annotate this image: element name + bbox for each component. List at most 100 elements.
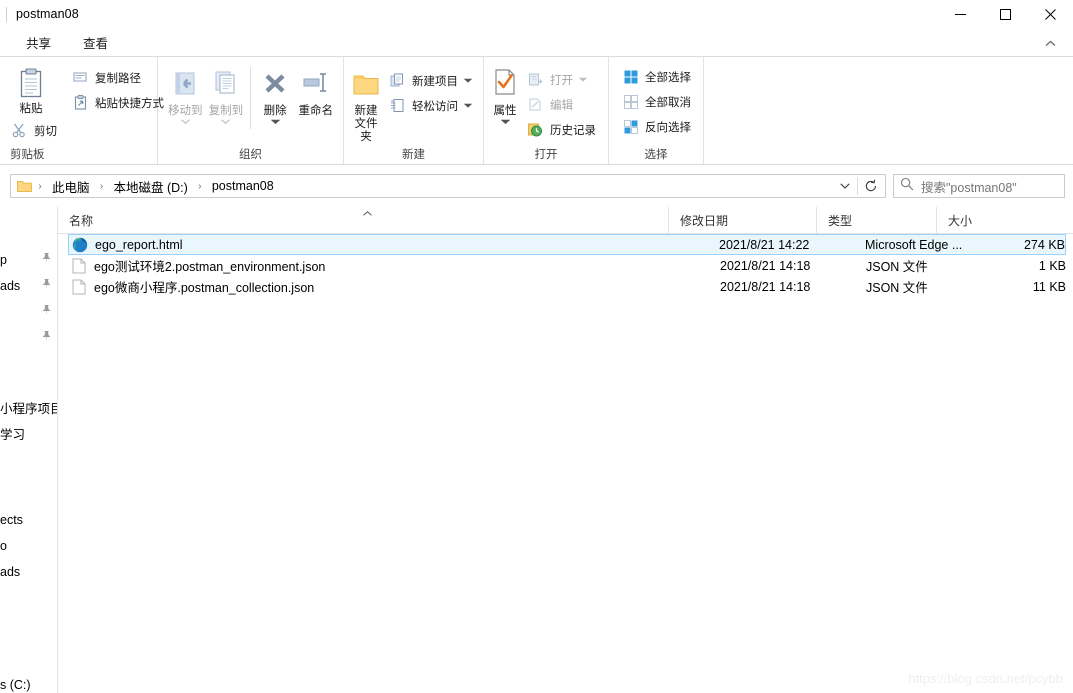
select-none-button[interactable]: 全部取消 <box>616 89 696 114</box>
nav-item-quick-access-4[interactable] <box>0 327 58 349</box>
nav-item-label: s (C:) <box>0 678 31 692</box>
properties-label: 属性 <box>493 105 517 117</box>
chevron-down-icon <box>464 78 472 83</box>
paste-shortcut-button[interactable]: 粘贴快捷方式 <box>66 90 169 115</box>
address-dropdown-button[interactable] <box>832 175 857 197</box>
nav-item-local-disk-c[interactable]: s (C:) <box>0 674 58 693</box>
nav-item-quick-access-3[interactable] <box>0 301 58 323</box>
column-type[interactable]: 类型 <box>816 207 936 233</box>
nav-item-study[interactable]: 学习 <box>0 422 58 444</box>
maximize-button[interactable] <box>983 0 1028 28</box>
nav-item-label: p <box>0 253 7 267</box>
navigation-pane[interactable]: p ads 小程序项目 学习 ects o ads s (C:) <box>0 207 58 693</box>
title-divider <box>6 6 7 22</box>
tab-share[interactable]: 共享 <box>10 28 67 56</box>
pin-icon[interactable] <box>41 252 52 267</box>
breadcrumb-separator: › <box>38 180 42 192</box>
breadcrumb-local-disk-d[interactable]: 本地磁盘 (D:) <box>109 176 193 196</box>
ribbon-group-clipboard: 粘贴 剪切 复制路径 粘贴快捷方式 剪贴板 <box>0 57 164 164</box>
paste-shortcut-icon <box>71 93 90 112</box>
file-rows: ego_report.html 2021/8/21 14:22 Microsof… <box>58 234 1073 297</box>
minimize-icon <box>955 13 966 15</box>
close-icon <box>1045 8 1056 20</box>
copy-path-button[interactable]: 复制路径 <box>66 65 169 90</box>
new-folder-button[interactable]: 新建 文件夹 <box>351 63 381 144</box>
select-none-label: 全部取消 <box>645 96 691 109</box>
history-button[interactable]: 历史记录 <box>521 117 601 142</box>
search-input[interactable]: 搜索"postman08" <box>921 177 1017 196</box>
easy-access-button[interactable]: 轻松访问 <box>383 93 477 118</box>
rename-button[interactable]: 重命名 <box>295 63 336 118</box>
pin-icon[interactable] <box>41 304 52 319</box>
ribbon-tab-strip: 共享 查看 <box>0 28 1073 57</box>
file-name: ego微商小程序.postman_collection.json <box>94 281 315 295</box>
move-to-icon <box>170 66 200 102</box>
open-button[interactable]: 打开 <box>521 67 601 92</box>
column-date-modified[interactable]: 修改日期 <box>668 207 816 233</box>
pin-icon[interactable] <box>41 330 52 345</box>
pin-icon[interactable] <box>41 278 52 293</box>
column-name-label: 名称 <box>69 213 94 228</box>
invert-selection-label: 反向选择 <box>645 121 691 134</box>
ribbon-group-open: 属性 打开 编辑 历史记录 打开 <box>484 57 609 164</box>
delete-button[interactable]: 删除 <box>255 63 296 124</box>
file-list-area: 名称 修改日期 类型 大小 ego_report.html 2021/8/21 … <box>58 207 1073 693</box>
history-label: 历史记录 <box>550 124 596 137</box>
edit-button[interactable]: 编辑 <box>521 92 601 117</box>
nav-item-label: 小程序项目 <box>0 401 58 416</box>
file-name: ego测试环境2.postman_environment.json <box>94 260 326 274</box>
open-icon <box>526 70 545 89</box>
clipboard-icon <box>18 64 44 100</box>
select-all-button[interactable]: 全部选择 <box>616 64 696 89</box>
table-row[interactable]: ego测试环境2.postman_environment.json 2021/8… <box>68 255 1066 276</box>
window-controls <box>938 0 1073 28</box>
refresh-button[interactable] <box>858 175 883 197</box>
chevron-down-icon <box>464 103 472 108</box>
chevron-down-icon <box>270 119 280 124</box>
ribbon-group-organize: 移动到 复制到 删除 重命名 组织 <box>158 57 344 164</box>
column-type-label: 类型 <box>828 213 853 228</box>
new-item-label: 新建项目 <box>412 75 458 88</box>
file-type: JSON 文件 <box>866 281 928 295</box>
nav-item-quick-access-1[interactable]: p <box>0 249 58 271</box>
paste-shortcut-label: 粘贴快捷方式 <box>95 97 164 110</box>
address-bar: › 此电脑 › 本地磁盘 (D:) › postman08 搜索"postman… <box>0 165 1073 207</box>
select-all-icon <box>621 67 640 86</box>
move-to-label: 移动到 <box>168 105 203 117</box>
invert-selection-button[interactable]: 反向选择 <box>616 114 696 139</box>
breadcrumb-separator: › <box>198 180 202 192</box>
nav-item-projects[interactable]: ects <box>0 509 58 531</box>
search-box[interactable]: 搜索"postman08" <box>893 174 1065 198</box>
paste-button[interactable]: 粘贴 <box>5 61 57 116</box>
new-item-button[interactable]: 新建项目 <box>383 68 477 93</box>
refresh-icon <box>865 179 876 192</box>
move-to-button[interactable]: 移动到 <box>165 63 206 124</box>
select-none-icon <box>621 92 640 111</box>
tab-view[interactable]: 查看 <box>67 28 124 56</box>
nav-item-miniprogram-project[interactable]: 小程序项目 <box>0 396 58 418</box>
copy-to-button[interactable]: 复制到 <box>206 63 247 124</box>
file-size: 11 KB <box>1032 279 1066 294</box>
title-bar-left: postman08 <box>0 6 79 22</box>
properties-button[interactable]: 属性 <box>491 63 519 124</box>
new-folder-icon <box>351 66 381 102</box>
cut-button[interactable]: 剪切 <box>5 118 62 143</box>
column-name[interactable]: 名称 <box>58 207 668 233</box>
history-icon <box>526 120 545 139</box>
folder-icon <box>15 180 33 193</box>
close-button[interactable] <box>1028 0 1073 28</box>
table-row[interactable]: ego微商小程序.postman_collection.json 2021/8/… <box>68 276 1066 297</box>
nav-item-quick-access-2[interactable]: ads <box>0 275 58 297</box>
breadcrumb-this-pc[interactable]: 此电脑 <box>47 176 95 196</box>
watermark: https://blog.csdn.net/pcybb <box>908 671 1063 686</box>
minimize-button[interactable] <box>938 0 983 28</box>
nav-item-video[interactable]: o <box>0 535 58 557</box>
ribbon-group-organize-label: 组织 <box>239 149 262 161</box>
ribbon-collapse-button[interactable] <box>1041 34 1059 52</box>
address-path-box[interactable]: › 此电脑 › 本地磁盘 (D:) › postman08 <box>10 174 886 198</box>
column-size[interactable]: 大小 <box>936 207 1024 233</box>
table-row[interactable]: ego_report.html 2021/8/21 14:22 Microsof… <box>68 234 1066 255</box>
breadcrumb-postman08[interactable]: postman08 <box>207 176 279 196</box>
file-type: JSON 文件 <box>866 260 928 274</box>
nav-item-downloads[interactable]: ads <box>0 561 58 583</box>
